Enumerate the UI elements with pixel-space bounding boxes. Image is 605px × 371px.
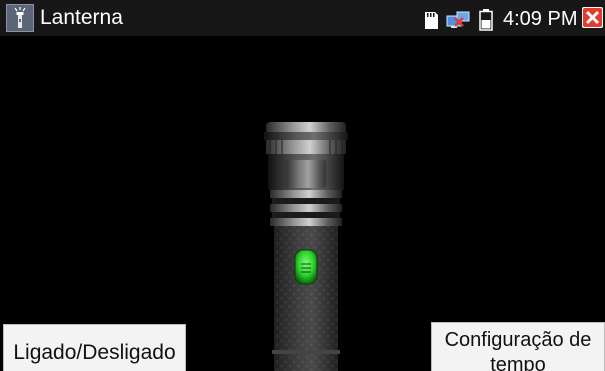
app-title: Lanterna [40, 6, 123, 29]
flashlight-illustration [264, 122, 348, 371]
clock: 4:09 PM [503, 8, 578, 30]
status-bar: Lanterna 4:09 PM [0, 0, 605, 36]
timer-settings-button[interactable]: Configuração de tempo [431, 322, 605, 371]
network-icon [446, 10, 472, 30]
flashlight-stage [0, 36, 605, 371]
flashlight-app-icon [6, 4, 34, 32]
close-icon[interactable] [582, 7, 603, 28]
sd-card-icon [423, 10, 439, 30]
on-off-button[interactable]: Ligado/Desligado [3, 324, 186, 371]
battery-icon [479, 9, 493, 31]
